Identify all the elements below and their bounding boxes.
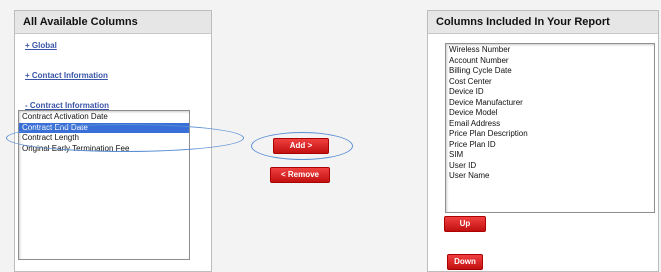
available-column-item-selected[interactable]: Contract End Date — [19, 122, 189, 133]
available-columns-title: All Available Columns — [15, 11, 211, 34]
included-column-item[interactable]: Device ID — [446, 87, 654, 98]
group-contact-information-link[interactable]: + Contact Information — [25, 71, 108, 80]
included-column-item[interactable]: Billing Cycle Date — [446, 66, 654, 77]
included-column-item[interactable]: Price Plan Description — [446, 129, 654, 140]
included-column-item[interactable]: Price Plan ID — [446, 140, 654, 151]
group-contract-information-link[interactable]: - Contract Information — [25, 101, 109, 110]
remove-button[interactable]: < Remove — [270, 167, 330, 183]
included-columns-list[interactable]: Wireless Number Account Number Billing C… — [445, 43, 655, 213]
included-columns-panel: Columns Included In Your Report Wireless… — [427, 10, 659, 272]
move-up-button[interactable]: Up — [444, 216, 486, 232]
included-column-item[interactable]: Email Address — [446, 119, 654, 130]
available-column-item[interactable]: Contract Length — [19, 133, 189, 144]
included-columns-title: Columns Included In Your Report — [428, 11, 658, 34]
included-column-item[interactable]: Device Manufacturer — [446, 98, 654, 109]
available-columns-list[interactable]: Contract Activation Date Contract End Da… — [18, 110, 190, 260]
included-column-item[interactable]: User ID — [446, 161, 654, 172]
group-global-link[interactable]: + Global — [25, 41, 57, 50]
add-button[interactable]: Add > — [273, 138, 329, 154]
move-down-button[interactable]: Down — [447, 254, 483, 270]
available-column-item[interactable]: Original Early Termination Fee — [19, 144, 189, 155]
included-column-item[interactable]: Cost Center — [446, 77, 654, 88]
included-column-item[interactable]: Wireless Number — [446, 45, 654, 56]
included-column-item[interactable]: SIM — [446, 150, 654, 161]
included-column-item[interactable]: Device Model — [446, 108, 654, 119]
included-column-item[interactable]: Account Number — [446, 56, 654, 67]
available-column-item[interactable]: Contract Activation Date — [19, 112, 189, 123]
included-column-item[interactable]: User Name — [446, 171, 654, 182]
